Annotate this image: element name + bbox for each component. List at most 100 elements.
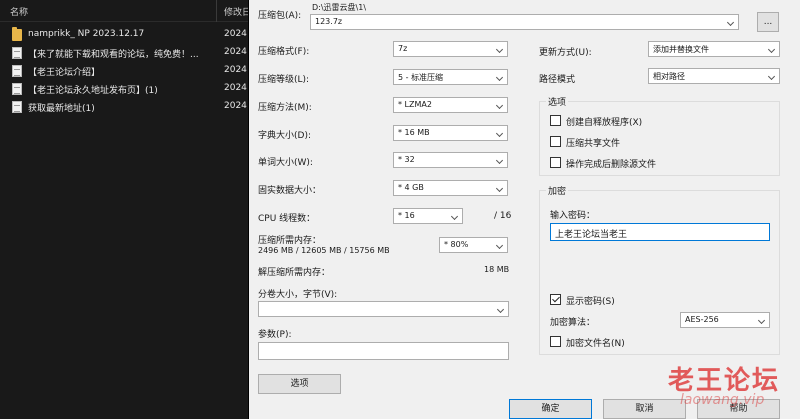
dict-select[interactable]: * 16 MB bbox=[393, 125, 508, 141]
archive-name-combo[interactable]: 123.7z bbox=[310, 14, 739, 30]
format-select[interactable]: 7z bbox=[393, 41, 508, 57]
show-password-checkbox[interactable] bbox=[550, 294, 561, 305]
chevron-down-icon[interactable] bbox=[495, 156, 504, 165]
update-value: 添加并替换文件 bbox=[653, 45, 709, 54]
enc-method-value: AES-256 bbox=[685, 315, 719, 324]
split-label: 分卷大小，字节(V): bbox=[258, 290, 338, 300]
cpu-total: / 16 bbox=[494, 211, 512, 221]
list-item[interactable]: 获取最新地址(1) 2024 bbox=[0, 98, 248, 116]
chevron-down-icon[interactable] bbox=[495, 129, 504, 138]
encrypt-names-label[interactable]: 加密文件名(N) bbox=[566, 336, 625, 349]
solid-select[interactable]: * 4 GB bbox=[393, 180, 508, 196]
column-divider[interactable] bbox=[216, 0, 217, 22]
chevron-down-icon[interactable] bbox=[767, 72, 776, 81]
enc-method-select[interactable]: AES-256 bbox=[680, 312, 770, 328]
encrypt-names-checkbox[interactable] bbox=[550, 336, 561, 347]
file-icon bbox=[12, 65, 22, 77]
format-value: 7z bbox=[398, 44, 408, 53]
update-label: 更新方式(U): bbox=[539, 48, 592, 58]
file-name: 【老王论坛介绍】 bbox=[28, 68, 101, 78]
show-password-label[interactable]: 显示密码(S) bbox=[566, 294, 615, 307]
mem-percent-select[interactable]: * 80% bbox=[439, 237, 508, 253]
dict-label: 字典大小(D): bbox=[258, 131, 311, 141]
cpu-select[interactable]: * 16 bbox=[393, 208, 463, 224]
format-label: 压缩格式(F): bbox=[258, 47, 310, 57]
chevron-down-icon[interactable] bbox=[495, 241, 504, 250]
word-value: * 32 bbox=[398, 155, 415, 164]
shared-checkbox[interactable] bbox=[550, 136, 561, 147]
file-date: 2024 bbox=[224, 47, 247, 57]
column-header-date[interactable]: 修改日 bbox=[224, 5, 251, 18]
chevron-down-icon[interactable] bbox=[495, 45, 504, 54]
pathmode-value: 相对路径 bbox=[653, 72, 685, 81]
file-name: 获取最新地址(1) bbox=[28, 104, 95, 114]
method-label: 压缩方法(M): bbox=[258, 103, 312, 113]
options-group: 选项 创建自释放程序(X) 压缩共享文件 操作完成后删除源文件 bbox=[539, 95, 780, 176]
file-name: namprikk_ NP 2023.12.17 bbox=[28, 29, 145, 39]
password-value: 上老王论坛当老王 bbox=[555, 230, 628, 240]
chevron-down-icon[interactable] bbox=[757, 316, 766, 325]
list-item[interactable]: 【老王论坛介绍】 2024 bbox=[0, 62, 248, 80]
list-item[interactable]: 【来了就能下载和观看的论坛，纯免费！... 2024 bbox=[0, 44, 248, 62]
method-select[interactable]: * LZMA2 bbox=[393, 97, 508, 113]
add-to-archive-dialog: 压缩包(A): D:\迅雷云盘\1\ 123.7z ... 压缩格式(F): 7… bbox=[249, 0, 800, 419]
password-input[interactable]: 上老王论坛当老王 bbox=[550, 223, 770, 241]
chevron-down-icon[interactable] bbox=[450, 212, 459, 221]
update-select[interactable]: 添加并替换文件 bbox=[648, 41, 780, 57]
pathmode-select[interactable]: 相对路径 bbox=[648, 68, 780, 84]
cpu-label: CPU 线程数： bbox=[258, 214, 316, 224]
file-date: 2024 bbox=[224, 65, 247, 75]
explorer-header: 名称 修改日 bbox=[0, 0, 251, 22]
solid-label: 固实数据大小： bbox=[258, 186, 322, 196]
sfx-label[interactable]: 创建自释放程序(X) bbox=[566, 115, 642, 128]
chevron-down-icon[interactable] bbox=[495, 184, 504, 193]
file-date: 2024 bbox=[224, 83, 247, 93]
options-button[interactable]: 选项 bbox=[258, 374, 341, 394]
params-input[interactable] bbox=[258, 342, 509, 360]
shared-label[interactable]: 压缩共享文件 bbox=[566, 136, 620, 149]
level-label: 压缩等级(L): bbox=[258, 75, 310, 85]
options-group-title: 选项 bbox=[546, 95, 569, 108]
decomp-value: 18 MB bbox=[484, 265, 510, 274]
file-date: 2024 bbox=[224, 29, 247, 39]
cancel-button[interactable]: 取消 bbox=[603, 399, 686, 419]
word-label: 单词大小(W): bbox=[258, 158, 313, 168]
cpu-value: * 16 bbox=[398, 211, 415, 220]
archive-path: D:\迅雷云盘\1\ bbox=[312, 3, 367, 12]
watermark-url: laowang.vip bbox=[680, 392, 765, 408]
dict-value: * 16 MB bbox=[398, 128, 430, 137]
file-name: 【来了就能下载和观看的论坛，纯免费！... bbox=[28, 50, 199, 60]
file-name: 【老王论坛永久地址发布页】(1) bbox=[28, 86, 158, 96]
chevron-down-icon[interactable] bbox=[496, 305, 505, 314]
mem-percent-value: * 80% bbox=[444, 240, 469, 249]
browse-button[interactable]: ... bbox=[757, 12, 779, 32]
chevron-down-icon[interactable] bbox=[495, 101, 504, 110]
split-select[interactable] bbox=[258, 301, 509, 317]
list-item[interactable]: 【老王论坛永久地址发布页】(1) 2024 bbox=[0, 80, 248, 98]
chevron-down-icon[interactable] bbox=[726, 18, 735, 27]
solid-value: * 4 GB bbox=[398, 183, 424, 192]
archive-label: 压缩包(A): bbox=[258, 11, 302, 21]
ok-button[interactable]: 确定 bbox=[509, 399, 592, 419]
column-header-name[interactable]: 名称 bbox=[10, 5, 28, 18]
mem-label: 压缩所需内存： bbox=[258, 236, 322, 246]
file-icon bbox=[12, 83, 22, 95]
password-label: 输入密码： bbox=[550, 211, 596, 221]
chevron-down-icon[interactable] bbox=[495, 73, 504, 82]
word-select[interactable]: * 32 bbox=[393, 152, 508, 168]
params-label: 参数(P): bbox=[258, 330, 292, 340]
file-icon bbox=[12, 47, 22, 59]
sfx-checkbox[interactable] bbox=[550, 115, 561, 126]
delete-checkbox[interactable] bbox=[550, 157, 561, 168]
level-value: 5 - 标准压缩 bbox=[398, 73, 444, 82]
enc-method-label: 加密算法： bbox=[550, 318, 596, 328]
delete-label[interactable]: 操作完成后删除源文件 bbox=[566, 157, 656, 170]
level-select[interactable]: 5 - 标准压缩 bbox=[393, 69, 508, 85]
list-item[interactable]: namprikk_ NP 2023.12.17 2024 bbox=[0, 26, 248, 44]
decomp-label: 解压缩所需内存： bbox=[258, 268, 331, 278]
pathmode-label: 路径模式 bbox=[539, 75, 576, 85]
mem-detail: 2496 MB / 12605 MB / 15756 MB bbox=[258, 246, 390, 255]
method-value: * LZMA2 bbox=[398, 100, 432, 109]
chevron-down-icon[interactable] bbox=[767, 45, 776, 54]
file-icon bbox=[12, 101, 22, 113]
